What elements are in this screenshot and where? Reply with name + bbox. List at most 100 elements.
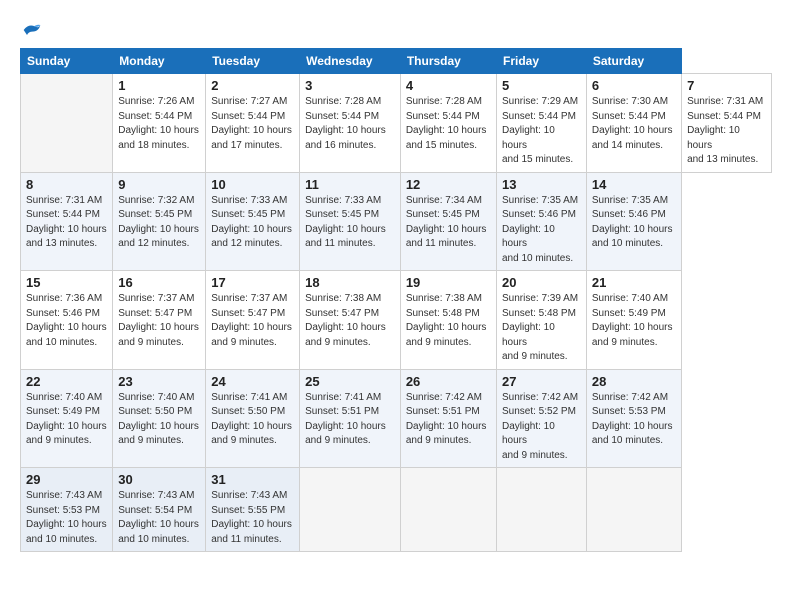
table-row: [21, 74, 113, 173]
day-number: 15: [26, 275, 107, 290]
table-row: 8 Sunrise: 7:31 AM Sunset: 5:44 PM Daylig…: [21, 172, 113, 271]
day-number: 31: [211, 472, 294, 487]
day-info: Sunrise: 7:32 AM Sunset: 5:45 PM Dayligh…: [118, 194, 200, 252]
day-info: Sunrise: 7:40 AM Sunset: 5:49 PM Dayligh…: [26, 391, 107, 449]
col-saturday: Saturday: [586, 49, 681, 74]
day-number: 24: [211, 374, 294, 389]
day-number: 1: [118, 78, 200, 93]
day-number: 11: [305, 177, 395, 192]
table-row: 18Sunrise: 7:38 AM Sunset: 5:47 PM Dayli…: [300, 271, 401, 370]
calendar-week-row: 22 Sunrise: 7:40 AM Sunset: 5:49 PM Dayli…: [21, 369, 772, 468]
day-info: Sunrise: 7:31 AM Sunset: 5:44 PM Dayligh…: [26, 194, 107, 252]
day-number: 17: [211, 275, 294, 290]
day-number: 12: [406, 177, 491, 192]
day-number: 9: [118, 177, 200, 192]
day-info: Sunrise: 7:40 AM Sunset: 5:50 PM Dayligh…: [118, 391, 200, 449]
table-row: 26 Sunrise: 7:42 AM Sunset: 5:51 PM Dayli…: [400, 369, 496, 468]
table-row: 31Sunrise: 7:43 AM Sunset: 5:55 PM Dayli…: [206, 468, 300, 552]
table-row: 29 Sunrise: 7:43 AM Sunset: 5:53 PM Dayli…: [21, 468, 113, 552]
table-row: 16 Sunrise: 7:37 AM Sunset: 5:47 PM Dayli…: [113, 271, 206, 370]
table-row: 24 Sunrise: 7:41 AM Sunset: 5:50 PM Dayli…: [206, 369, 300, 468]
table-row: 7 Sunrise: 7:31 AM Sunset: 5:44 PM Daylig…: [682, 74, 772, 173]
day-number: 6: [592, 78, 676, 93]
day-number: 27: [502, 374, 581, 389]
day-number: 29: [26, 472, 107, 487]
table-row: 1 Sunrise: 7:26 AM Sunset: 5:44 PM Daylig…: [113, 74, 206, 173]
day-info: Sunrise: 7:41 AM Sunset: 5:50 PM Dayligh…: [211, 391, 294, 449]
day-info: Sunrise: 7:38 AM Sunset: 5:48 PM Dayligh…: [406, 292, 491, 350]
day-info: Sunrise: 7:33 AM Sunset: 5:45 PM Dayligh…: [211, 194, 294, 252]
day-number: 4: [406, 78, 491, 93]
day-info: Sunrise: 7:34 AM Sunset: 5:45 PM Dayligh…: [406, 194, 491, 252]
table-row: 10Sunrise: 7:33 AM Sunset: 5:45 PM Dayli…: [206, 172, 300, 271]
calendar-week-row: 1 Sunrise: 7:26 AM Sunset: 5:44 PM Daylig…: [21, 74, 772, 173]
day-number: 7: [687, 78, 766, 93]
day-number: 26: [406, 374, 491, 389]
day-number: 20: [502, 275, 581, 290]
day-info: Sunrise: 7:37 AM Sunset: 5:47 PM Dayligh…: [118, 292, 200, 350]
day-info: Sunrise: 7:39 AM Sunset: 5:48 PM Dayligh…: [502, 292, 581, 365]
day-number: 21: [592, 275, 676, 290]
day-info: Sunrise: 7:29 AM Sunset: 5:44 PM Dayligh…: [502, 95, 581, 168]
table-row: 23 Sunrise: 7:40 AM Sunset: 5:50 PM Dayli…: [113, 369, 206, 468]
day-info: Sunrise: 7:26 AM Sunset: 5:44 PM Dayligh…: [118, 95, 200, 153]
day-number: 28: [592, 374, 676, 389]
table-row: 17Sunrise: 7:37 AM Sunset: 5:47 PM Dayli…: [206, 271, 300, 370]
table-row: 27 Sunrise: 7:42 AM Sunset: 5:52 PM Dayli…: [496, 369, 586, 468]
table-row: 15 Sunrise: 7:36 AM Sunset: 5:46 PM Dayli…: [21, 271, 113, 370]
table-row: 25Sunrise: 7:41 AM Sunset: 5:51 PM Dayli…: [300, 369, 401, 468]
table-row: [496, 468, 586, 552]
table-row: 20 Sunrise: 7:39 AM Sunset: 5:48 PM Dayli…: [496, 271, 586, 370]
logo: [20, 20, 42, 40]
day-number: 2: [211, 78, 294, 93]
day-number: 13: [502, 177, 581, 192]
day-number: 23: [118, 374, 200, 389]
table-row: 22 Sunrise: 7:40 AM Sunset: 5:49 PM Dayli…: [21, 369, 113, 468]
table-row: 2 Sunrise: 7:27 AM Sunset: 5:44 PM Daylig…: [206, 74, 300, 173]
calendar-week-row: 8 Sunrise: 7:31 AM Sunset: 5:44 PM Daylig…: [21, 172, 772, 271]
day-number: 22: [26, 374, 107, 389]
day-info: Sunrise: 7:27 AM Sunset: 5:44 PM Dayligh…: [211, 95, 294, 153]
day-number: 16: [118, 275, 200, 290]
day-info: Sunrise: 7:30 AM Sunset: 5:44 PM Dayligh…: [592, 95, 676, 153]
day-info: Sunrise: 7:42 AM Sunset: 5:52 PM Dayligh…: [502, 391, 581, 464]
table-row: 9 Sunrise: 7:32 AM Sunset: 5:45 PM Daylig…: [113, 172, 206, 271]
day-number: 25: [305, 374, 395, 389]
col-friday: Friday: [496, 49, 586, 74]
day-number: 19: [406, 275, 491, 290]
calendar-week-row: 29 Sunrise: 7:43 AM Sunset: 5:53 PM Dayli…: [21, 468, 772, 552]
col-wednesday: Wednesday: [300, 49, 401, 74]
calendar-table: Sunday Monday Tuesday Wednesday Thursday…: [20, 48, 772, 552]
day-info: Sunrise: 7:43 AM Sunset: 5:54 PM Dayligh…: [118, 489, 200, 547]
table-row: 13 Sunrise: 7:35 AM Sunset: 5:46 PM Dayli…: [496, 172, 586, 271]
table-row: 14 Sunrise: 7:35 AM Sunset: 5:46 PM Dayli…: [586, 172, 681, 271]
day-info: Sunrise: 7:28 AM Sunset: 5:44 PM Dayligh…: [305, 95, 395, 153]
table-row: 12 Sunrise: 7:34 AM Sunset: 5:45 PM Dayli…: [400, 172, 496, 271]
day-info: Sunrise: 7:31 AM Sunset: 5:44 PM Dayligh…: [687, 95, 766, 168]
day-info: Sunrise: 7:28 AM Sunset: 5:44 PM Dayligh…: [406, 95, 491, 153]
table-row: 5Sunrise: 7:29 AM Sunset: 5:44 PM Daylig…: [496, 74, 586, 173]
day-info: Sunrise: 7:35 AM Sunset: 5:46 PM Dayligh…: [592, 194, 676, 252]
col-monday: Monday: [113, 49, 206, 74]
table-row: 28Sunrise: 7:42 AM Sunset: 5:53 PM Dayli…: [586, 369, 681, 468]
day-number: 14: [592, 177, 676, 192]
table-row: 11Sunrise: 7:33 AM Sunset: 5:45 PM Dayli…: [300, 172, 401, 271]
day-info: Sunrise: 7:35 AM Sunset: 5:46 PM Dayligh…: [502, 194, 581, 267]
table-row: 19 Sunrise: 7:38 AM Sunset: 5:48 PM Dayli…: [400, 271, 496, 370]
day-info: Sunrise: 7:36 AM Sunset: 5:46 PM Dayligh…: [26, 292, 107, 350]
col-sunday: Sunday: [21, 49, 113, 74]
table-row: 4 Sunrise: 7:28 AM Sunset: 5:44 PM Daylig…: [400, 74, 496, 173]
day-info: Sunrise: 7:40 AM Sunset: 5:49 PM Dayligh…: [592, 292, 676, 350]
calendar-week-row: 15 Sunrise: 7:36 AM Sunset: 5:46 PM Dayli…: [21, 271, 772, 370]
table-row: [300, 468, 401, 552]
day-info: Sunrise: 7:42 AM Sunset: 5:51 PM Dayligh…: [406, 391, 491, 449]
logo-bird-icon: [22, 20, 42, 40]
table-row: [400, 468, 496, 552]
day-info: Sunrise: 7:38 AM Sunset: 5:47 PM Dayligh…: [305, 292, 395, 350]
day-info: Sunrise: 7:43 AM Sunset: 5:53 PM Dayligh…: [26, 489, 107, 547]
table-row: 6 Sunrise: 7:30 AM Sunset: 5:44 PM Daylig…: [586, 74, 681, 173]
calendar-header-row: Sunday Monday Tuesday Wednesday Thursday…: [21, 49, 772, 74]
col-tuesday: Tuesday: [206, 49, 300, 74]
day-number: 8: [26, 177, 107, 192]
day-number: 30: [118, 472, 200, 487]
